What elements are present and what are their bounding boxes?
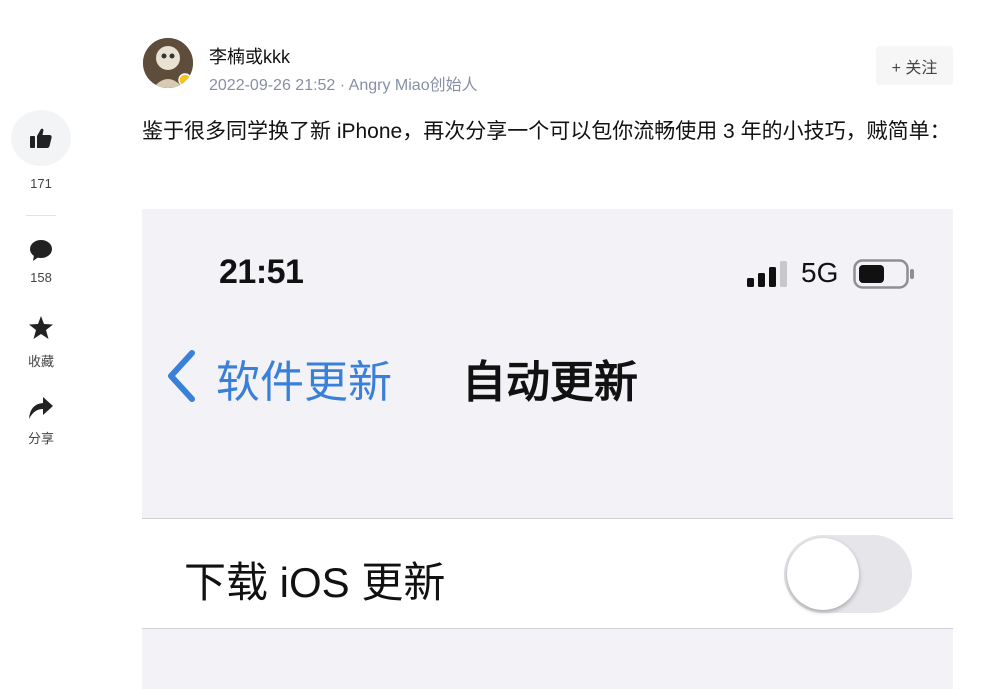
author-name[interactable]: 李楠或kkk — [209, 43, 290, 69]
like-count: 171 — [30, 176, 52, 191]
toggle-knob — [787, 538, 859, 610]
post-text: 鉴于很多同学换了新 iPhone，再次分享一个可以包你流畅使用 3 年的小技巧，… — [142, 120, 951, 143]
favorite-button[interactable] — [0, 316, 82, 339]
settings-row: 下载 iOS 更新 — [142, 518, 953, 629]
download-updates-toggle[interactable] — [784, 535, 912, 613]
like-button[interactable] — [11, 110, 71, 166]
thumbs-up-icon — [30, 128, 52, 148]
nav-title: 自动更新 — [462, 358, 638, 407]
favorite-label: 收藏 — [27, 354, 54, 369]
chevron-left-icon[interactable] — [164, 348, 198, 404]
post-image: 21:51 5G 软件更新 自动更新 下载 iOS 更新 — [142, 209, 953, 689]
comment-count: 158 — [30, 270, 52, 285]
share-icon — [29, 397, 53, 419]
avatar-image — [143, 38, 193, 88]
share-button[interactable] — [0, 397, 82, 419]
comment-icon — [30, 240, 52, 261]
back-label[interactable]: 软件更新 — [216, 346, 392, 410]
network-type: 5G — [801, 257, 839, 288]
share-label: 分享 — [27, 431, 54, 446]
battery-icon — [853, 259, 914, 289]
avatar[interactable] — [143, 38, 193, 88]
star-icon — [29, 316, 53, 339]
comment-button[interactable] — [0, 240, 82, 261]
status-bar-time: 21:51 — [219, 253, 304, 291]
rail-divider — [26, 215, 56, 216]
post-meta: 2022-09-26 21:52 · Angry Miao创始人 — [209, 77, 478, 94]
settings-row-label: 下载 iOS 更新 — [184, 559, 446, 606]
follow-button[interactable]: + 关注 — [876, 46, 953, 85]
cellular-signal-icon — [747, 261, 787, 287]
